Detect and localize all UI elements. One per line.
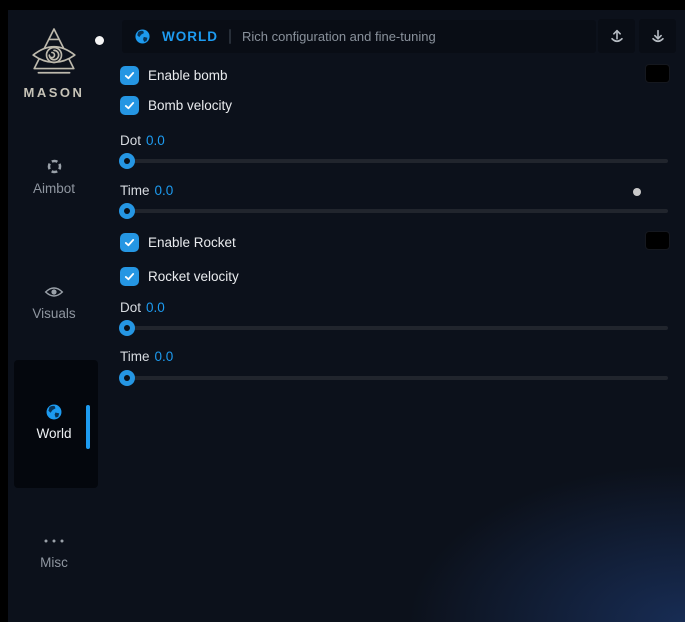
- slider-track: [120, 159, 668, 163]
- sidebar-item-label: Misc: [40, 555, 68, 570]
- brand-logo: MASON: [8, 26, 100, 100]
- slider-label-dot: Dot 0.0: [120, 300, 165, 315]
- slider-value: 0.0: [155, 183, 174, 198]
- slider-handle[interactable]: [119, 153, 135, 169]
- slider-name: Time: [120, 183, 150, 198]
- slider-handle[interactable]: [119, 203, 135, 219]
- crosshair-icon: [8, 158, 100, 175]
- download-icon: [649, 27, 667, 46]
- slider-label-dot: Dot 0.0: [120, 133, 165, 148]
- globe-icon: [134, 28, 151, 45]
- page-subtitle: Rich configuration and fine-tuning: [242, 29, 436, 44]
- header-divider: [229, 29, 231, 44]
- sidebar-item-label: World: [36, 426, 71, 441]
- slider-dot[interactable]: [120, 153, 668, 169]
- check-icon: [124, 70, 135, 81]
- slider-value: 0.0: [146, 300, 165, 315]
- slider-name: Time: [120, 349, 150, 364]
- slider-handle[interactable]: [119, 320, 135, 336]
- sidebar-item-label: Aimbot: [33, 181, 75, 196]
- sidebar-item-aimbot[interactable]: Aimbot: [8, 158, 100, 196]
- sidebar-item-world[interactable]: World: [8, 403, 100, 441]
- slider-label-time: Time 0.0: [120, 183, 173, 198]
- screen: { "brand": { "name": "MASON", "logo_icon…: [0, 0, 685, 622]
- brand-name: MASON: [8, 85, 100, 100]
- check-icon: [124, 100, 135, 111]
- slider-value: 0.0: [155, 349, 174, 364]
- checkbox-label: Rocket velocity: [148, 269, 239, 284]
- ellipsis-icon: [8, 532, 100, 549]
- checkbox-label: Bomb velocity: [148, 98, 232, 113]
- eye-pyramid-icon: [29, 26, 79, 82]
- color-swatch[interactable]: [645, 64, 670, 83]
- checkbox-label: Enable bomb: [148, 68, 228, 83]
- sidebar-item-label: Visuals: [32, 306, 75, 321]
- page-title: WORLD: [162, 29, 218, 44]
- check-icon: [124, 237, 135, 248]
- checkbox-row-rocket-velocity[interactable]: Rocket velocity: [120, 267, 239, 286]
- slider-handle[interactable]: [119, 370, 135, 386]
- checkbox-checked[interactable]: [120, 66, 139, 85]
- check-icon: [124, 271, 135, 282]
- checkbox-checked[interactable]: [120, 267, 139, 286]
- slider-name: Dot: [120, 300, 141, 315]
- upload-icon: [608, 27, 626, 46]
- sidebar-item-visuals[interactable]: Visuals: [8, 283, 100, 321]
- sidebar-item-misc[interactable]: Misc: [8, 532, 100, 570]
- slider-track: [120, 209, 668, 213]
- slider-label-time: Time 0.0: [120, 349, 173, 364]
- slider-value: 0.0: [146, 133, 165, 148]
- slider-track: [120, 376, 668, 380]
- app-window: MASON Aimbot Visuals World: [8, 10, 685, 622]
- eye-icon: [8, 283, 100, 300]
- checkbox-row-enable-rocket[interactable]: Enable Rocket: [120, 233, 236, 252]
- checkbox-label: Enable Rocket: [148, 235, 236, 250]
- globe-icon: [8, 403, 100, 420]
- slider-time[interactable]: [120, 370, 668, 386]
- checkbox-row-enable-bomb[interactable]: Enable bomb: [120, 66, 228, 85]
- checkbox-checked[interactable]: [120, 233, 139, 252]
- background-glow: [385, 452, 685, 622]
- slider-track: [120, 326, 668, 330]
- slider-name: Dot: [120, 133, 141, 148]
- checkbox-checked[interactable]: [120, 96, 139, 115]
- slider-time[interactable]: [120, 203, 668, 219]
- checkbox-row-bomb-velocity[interactable]: Bomb velocity: [120, 96, 232, 115]
- upload-config-button[interactable]: [598, 19, 635, 53]
- page-header: WORLD Rich configuration and fine-tuning: [122, 20, 596, 53]
- slider-dot[interactable]: [120, 320, 668, 336]
- color-swatch[interactable]: [645, 231, 670, 250]
- download-config-button[interactable]: [639, 19, 676, 53]
